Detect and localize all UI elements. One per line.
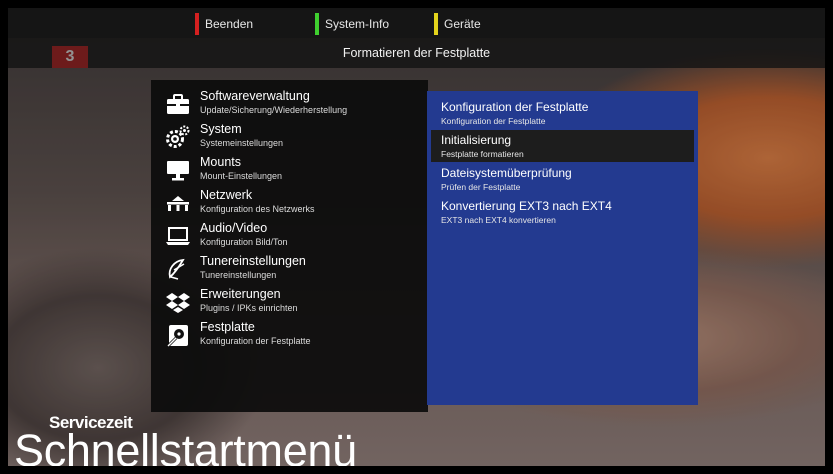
network-icon xyxy=(167,196,189,211)
menu-item-mounts[interactable]: Mounts Mount-Einstellungen xyxy=(165,154,423,186)
menu-item-erweiterungen[interactable]: Erweiterungen Plugins / IPKs einrichten xyxy=(165,286,423,318)
laptop-icon xyxy=(166,227,190,245)
red-key-marker xyxy=(195,13,199,35)
menu-item-title: Mounts xyxy=(200,155,241,169)
submenu-item-dateisystempruefung[interactable]: Dateisystemüberprüfung Prüfen der Festpl… xyxy=(431,163,694,195)
main-menu: Softwareverwaltung Update/Sicherung/Wied… xyxy=(151,80,428,412)
menu-item-subtitle: Konfiguration der Festplatte xyxy=(200,336,311,346)
hdd-wrench-icon xyxy=(166,325,188,348)
submenu-item-konvertierung[interactable]: Konvertierung EXT3 nach EXT4 EXT3 nach E… xyxy=(431,196,694,228)
dropbox-icon xyxy=(166,293,190,313)
menu-item-title: Softwareverwaltung xyxy=(200,89,310,103)
toolbox-icon xyxy=(167,94,189,114)
menu-item-subtitle: Konfiguration des Netzwerks xyxy=(200,204,315,214)
tv-screen: Beenden System-Info Geräte 3 Formatieren… xyxy=(8,8,825,466)
menu-item-subtitle: Plugins / IPKs einrichten xyxy=(200,303,298,313)
submenu-item-title: Konfiguration der Festplatte xyxy=(441,100,589,114)
menu-item-subtitle: Konfiguration Bild/Ton xyxy=(200,237,288,247)
submenu-item-title: Dateisystemüberprüfung xyxy=(441,166,572,180)
submenu-item-subtitle: Festplatte formatieren xyxy=(441,149,524,159)
submenu-item-title: Initialisierung xyxy=(441,133,512,147)
submenu-item-subtitle: Konfiguration der Festplatte xyxy=(441,116,546,126)
yellow-button-label: Geräte xyxy=(444,17,481,31)
submenu-item-subtitle: EXT3 nach EXT4 konvertieren xyxy=(441,215,556,225)
menu-item-title: System xyxy=(200,122,242,136)
green-key-marker xyxy=(315,13,319,35)
menu-item-subtitle: Mount-Einstellungen xyxy=(200,171,283,181)
submenu-panel: Konfiguration der Festplatte Konfigurati… xyxy=(427,91,698,405)
green-button-system-info[interactable]: System-Info xyxy=(315,13,389,35)
submenu-item-konfiguration[interactable]: Konfiguration der Festplatte Konfigurati… xyxy=(431,97,694,129)
menu-item-tunereinstellungen[interactable]: Tunereinstellungen Tunereinstellungen xyxy=(165,253,423,285)
color-button-bar: Beenden System-Info Geräte xyxy=(8,8,825,38)
menu-item-netzwerk[interactable]: Netzwerk Konfiguration des Netzwerks xyxy=(165,187,423,219)
satellite-dish-icon xyxy=(168,258,185,280)
menu-item-subtitle: Update/Sicherung/Wiederherstellung xyxy=(200,105,348,115)
gears-icon xyxy=(166,125,190,148)
menu-item-title: Netzwerk xyxy=(200,188,253,202)
red-button-exit[interactable]: Beenden xyxy=(195,13,253,35)
screen-title: Formatieren der Festplatte xyxy=(342,46,491,60)
red-button-label: Beenden xyxy=(205,17,254,31)
yellow-key-marker xyxy=(434,13,438,35)
brand-schnellstartmenue: Schnellstartmenü xyxy=(14,425,357,467)
monitor-stand-icon xyxy=(167,161,189,181)
menu-item-audio-video[interactable]: Audio/Video Konfiguration Bild/Ton xyxy=(165,220,423,252)
menu-item-system[interactable]: System Systemeinstellungen xyxy=(165,121,423,153)
submenu-item-subtitle: Prüfen der Festplatte xyxy=(441,182,521,192)
menu-item-subtitle: Tunereinstellungen xyxy=(200,270,277,280)
yellow-button-devices[interactable]: Geräte xyxy=(434,13,481,35)
menu-item-title: Tunereinstellungen xyxy=(200,254,306,268)
menu-item-softwareverwaltung[interactable]: Softwareverwaltung Update/Sicherung/Wied… xyxy=(165,88,423,120)
menu-item-title: Erweiterungen xyxy=(200,287,281,301)
menu-item-festplatte[interactable]: Festplatte Konfiguration der Festplatte xyxy=(165,319,423,351)
submenu-item-title: Konvertierung EXT3 nach EXT4 xyxy=(441,199,612,213)
menu-item-title: Festplatte xyxy=(200,320,255,334)
menu-item-subtitle: Systemeinstellungen xyxy=(200,138,284,148)
submenu-item-initialisierung[interactable]: Initialisierung Festplatte formatieren xyxy=(431,130,694,162)
green-button-label: System-Info xyxy=(325,17,390,31)
menu-item-title: Audio/Video xyxy=(200,221,268,235)
